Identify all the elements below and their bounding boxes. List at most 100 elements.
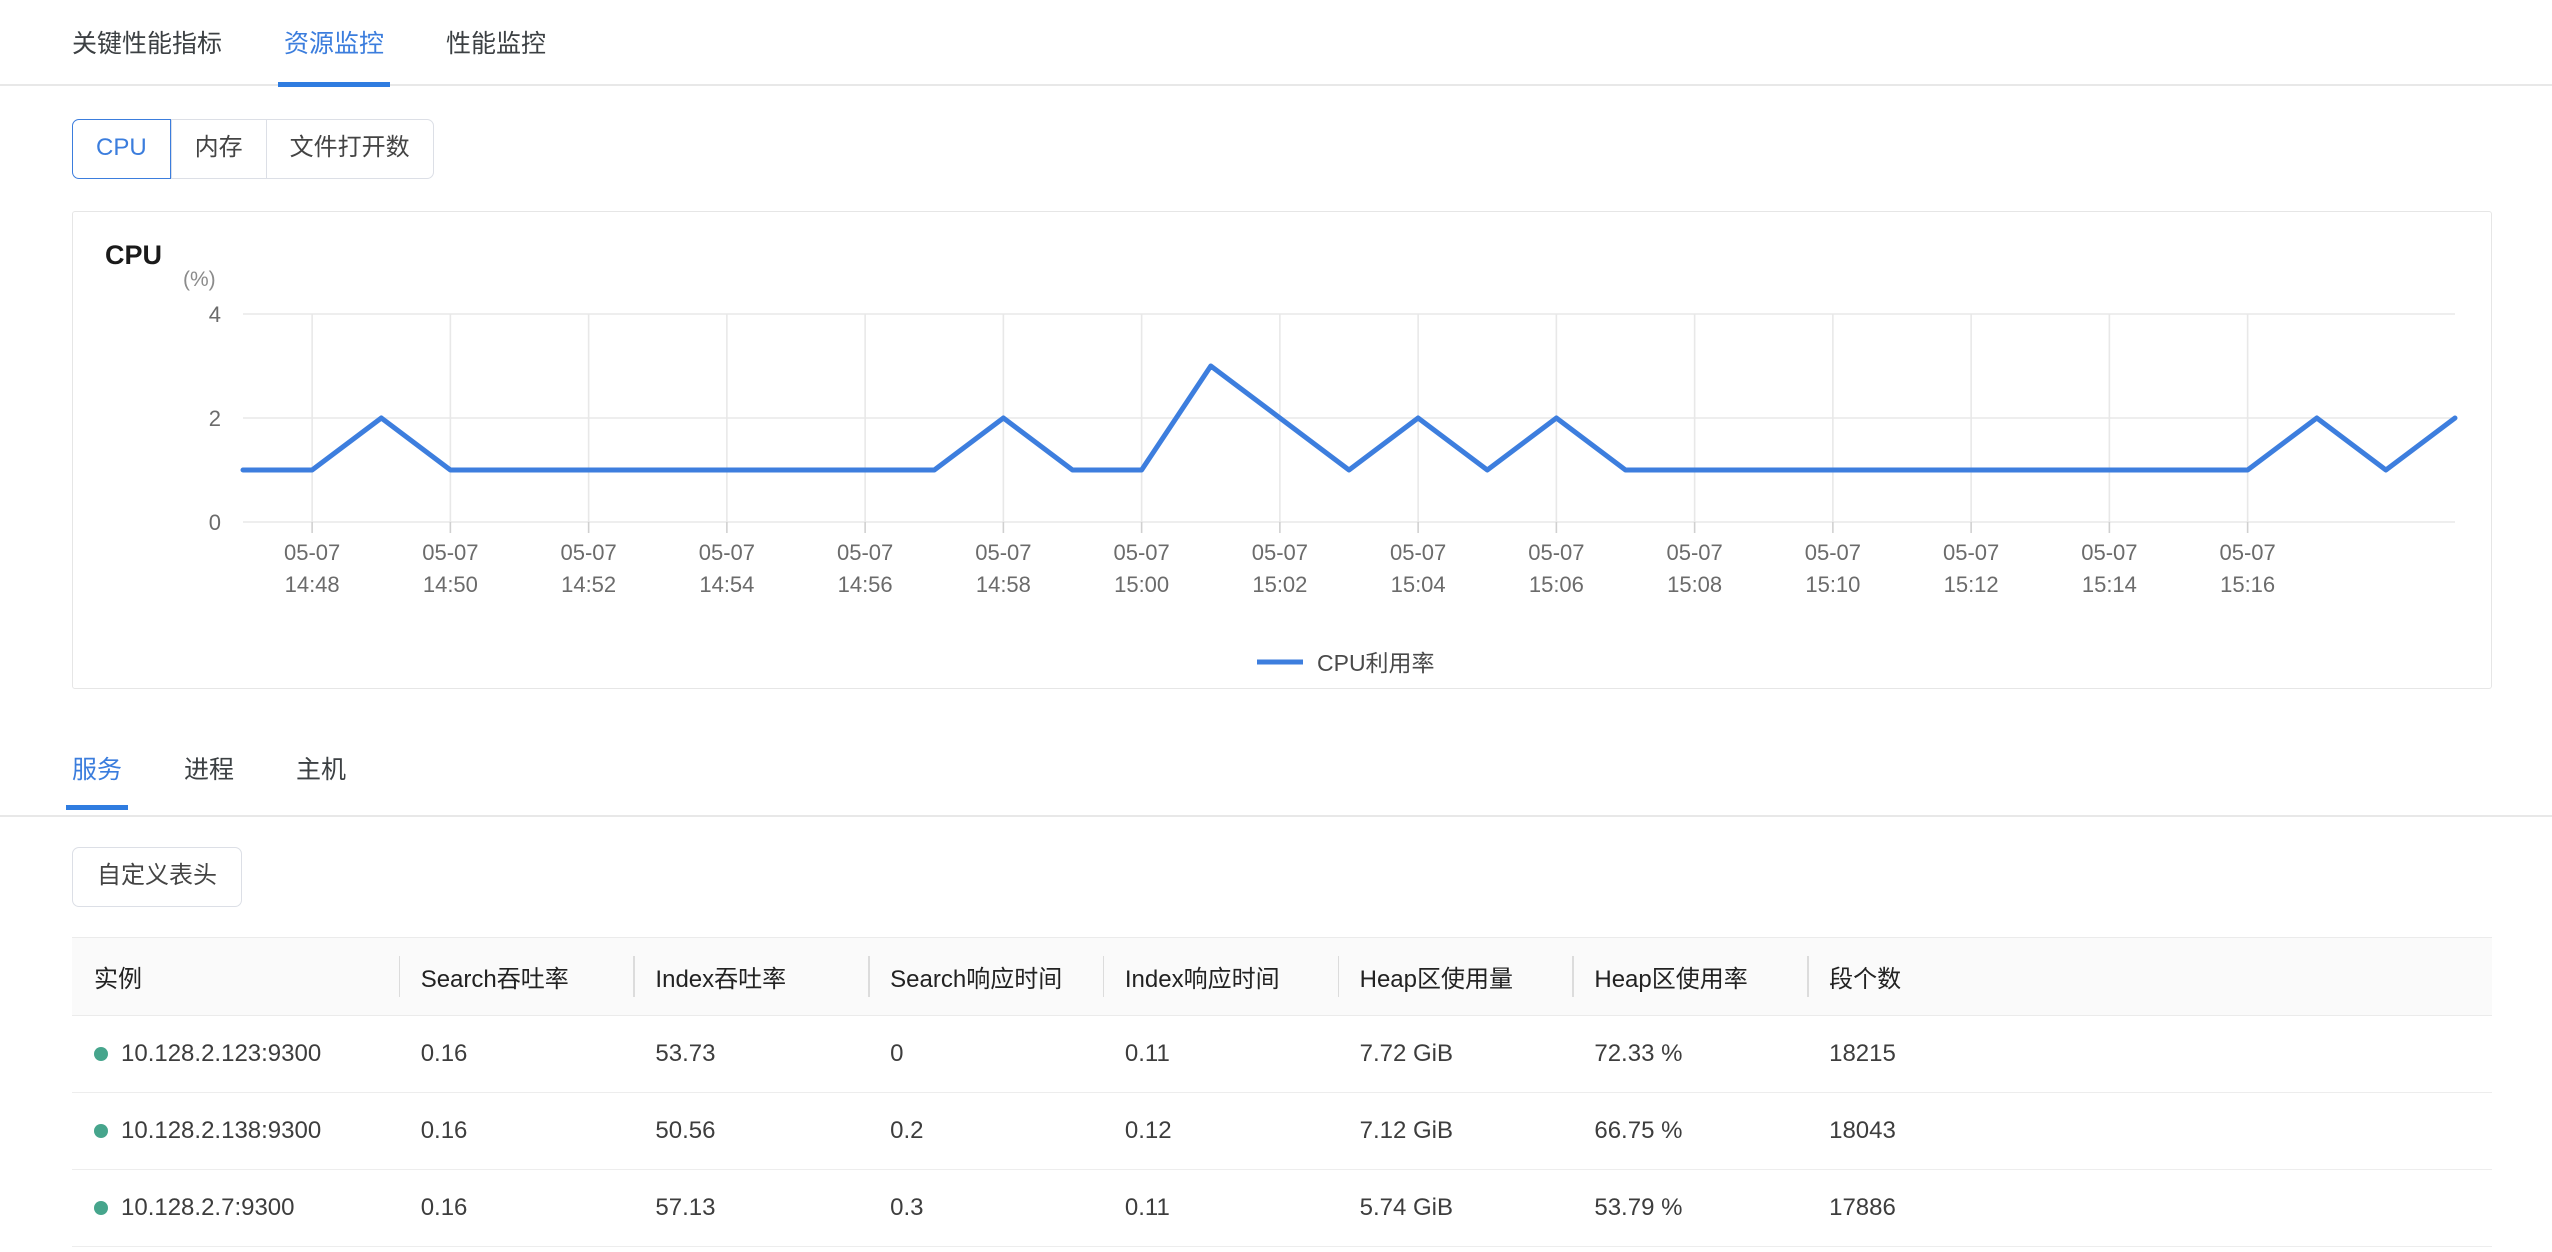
resource-toggle-container: CPU 内存 文件打开数 (0, 86, 2552, 179)
table-cell-index_latency: 0.11 (1102, 1169, 1338, 1247)
resource-toggle-option-2[interactable]: 文件打开数 (265, 119, 434, 179)
table-cell-instance: 10.128.2.123:9300 (72, 1015, 399, 1093)
table-cell-search_throughput: 0.16 (398, 1015, 634, 1093)
status-dot-icon (94, 1124, 108, 1138)
x-tick-label-time: 14:48 (285, 572, 340, 597)
x-tick-label-time: 15:06 (1529, 572, 1584, 597)
table-cell-segments: 17886 (1807, 1169, 2492, 1247)
x-tick-label-date: 05-07 (1943, 540, 1999, 565)
table-cell-heap_used: 1.65 GiB (1337, 1246, 1573, 1252)
table-cell-index_throughput: 57.13 (633, 1169, 869, 1247)
y-tick-label: 2 (209, 406, 221, 431)
table-cell-search_latency: 0.3 (868, 1169, 1103, 1247)
y-tick-label: 4 (209, 302, 221, 327)
cpu-line-chart: (%) 0 2 4 05-07 14:48 05-07 14:50 05-07 14:52 05-0… (183, 268, 2458, 676)
table-column-header-3: Search响应时间 (868, 937, 1103, 1016)
x-tick-label-date: 05-07 (560, 540, 616, 565)
services-table: 实例 Search吞吐率 Index吞吐率 Search响应时间 Index响应时间 He… (72, 937, 2492, 1252)
table-cell-instance: 10.128.2.73:9300 (72, 1246, 399, 1252)
x-tick-label-date: 05-07 (284, 540, 340, 565)
cpu-chart-card: CPU (%) 0 2 4 05-07 14:48 05-07 14:50 05-07 14:52… (72, 211, 2492, 689)
secondary-tab-2[interactable]: 主机 (296, 735, 346, 808)
status-dot-icon (94, 1201, 108, 1215)
x-tick-label-date: 05-07 (1528, 540, 1584, 565)
table-cell-search_throughput: 0 (398, 1246, 634, 1252)
instance-label: 10.128.2.138:9300 (121, 1117, 322, 1144)
x-tick-label-date: 05-07 (975, 540, 1031, 565)
table-cell-heap_percent: 53.79 % (1572, 1169, 1808, 1247)
table-cell-index_throughput: 53.73 (633, 1015, 869, 1093)
primary-tab-0[interactable]: 关键性能指标 (72, 0, 222, 85)
resource-toggle-option-1[interactable]: 内存 (170, 119, 266, 179)
table-cell-index_latency: 0 (1102, 1246, 1338, 1252)
table-cell-heap_percent: 72.33 % (1572, 1015, 1808, 1093)
x-tick-label-date: 05-07 (1113, 540, 1169, 565)
table-cell-heap_percent: 66.75 % (1572, 1092, 1808, 1170)
table-row[interactable]: 10.128.2.123:9300 0.16 53.73 0 0.11 7.72 GiB 7… (72, 1015, 2492, 1093)
custom-header-button[interactable]: 自定义表头 (72, 847, 242, 907)
table-cell-heap_used: 7.72 GiB (1337, 1015, 1573, 1093)
primary-tab-bar: 关键性能指标 资源监控 性能监控 (0, 0, 2552, 87)
table-row[interactable]: 10.128.2.7:9300 0.16 57.13 0.3 0.11 5.74 GiB 5… (72, 1169, 2492, 1247)
instance-label: 10.128.2.123:9300 (121, 1040, 322, 1067)
table-cell-search_latency: 0.2 (868, 1092, 1103, 1170)
x-tick-label-time: 14:52 (561, 572, 616, 597)
legend-label-cpu[interactable]: CPU利用率 (1317, 650, 1435, 676)
table-cell-instance: 10.128.2.138:9300 (72, 1092, 399, 1170)
services-table-container: 实例 Search吞吐率 Index吞吐率 Search响应时间 Index响应时间 He… (72, 937, 2492, 1252)
table-column-header-1: Search吞吐率 (398, 937, 634, 1016)
table-cell-index_throughput: 50.56 (633, 1092, 869, 1170)
table-column-header-7: 段个数 (1807, 937, 2492, 1016)
x-tick-label-date: 05-07 (2081, 540, 2137, 565)
secondary-tab-bar: 服务 进程 主机 (0, 735, 2552, 817)
table-cell-segments: 0 (1807, 1246, 2492, 1252)
table-column-header-5: Heap区使用量 (1337, 937, 1573, 1016)
instance-label: 10.128.2.7:9300 (121, 1194, 295, 1221)
x-tick-label-date: 05-07 (1666, 540, 1722, 565)
table-cell-heap_used: 7.12 GiB (1337, 1092, 1573, 1170)
table-row[interactable]: 10.128.2.138:9300 0.16 50.56 0.2 0.12 7.12 Gi… (72, 1092, 2492, 1170)
secondary-tab-0[interactable]: 服务 (65, 735, 129, 810)
table-cell-heap_used: 5.74 GiB (1337, 1169, 1573, 1247)
primary-tab-2[interactable]: 性能监控 (446, 0, 546, 85)
x-tick-label-time: 15:14 (2082, 572, 2137, 597)
x-tick-label-date: 05-07 (837, 540, 893, 565)
primary-tab-1[interactable]: 资源监控 (278, 0, 391, 87)
table-cell-index_throughput: 0 (633, 1246, 869, 1252)
resource-toggle-option-0[interactable]: CPU (72, 119, 171, 179)
x-tick-label-date: 05-07 (1252, 540, 1308, 565)
x-tick-label-time: 15:12 (1944, 572, 1999, 597)
x-tick-label-time: 14:50 (423, 572, 478, 597)
table-cell-search_latency: 0 (868, 1246, 1103, 1252)
table-toolbar: 自定义表头 (0, 817, 2552, 907)
x-tick-label-date: 05-07 (699, 540, 755, 565)
x-tick-label-time: 15:04 (1391, 572, 1446, 597)
resource-toggle-group: CPU 内存 文件打开数 (72, 119, 434, 179)
x-tick-label-time: 15:16 (2220, 572, 2275, 597)
table-column-header-6: Heap区使用率 (1572, 937, 1808, 1016)
table-column-header-0: 实例 (72, 937, 399, 1016)
status-dot-icon (94, 1047, 108, 1061)
x-tick-label-date: 05-07 (422, 540, 478, 565)
x-tick-label-date: 05-07 (2219, 540, 2275, 565)
table-row[interactable]: 10.128.2.73:930000001.65 GiB15.51 %0 (72, 1246, 2492, 1252)
x-tick-label-time: 14:56 (838, 572, 893, 597)
table-column-header-4: Index响应时间 (1102, 937, 1338, 1016)
table-cell-heap_percent: 15.51 % (1572, 1246, 1808, 1252)
table-cell-segments: 18043 (1807, 1092, 2492, 1170)
table-cell-search_latency: 0 (868, 1015, 1103, 1093)
table-column-header-2: Index吞吐率 (633, 937, 869, 1016)
x-tick-label-date: 05-07 (1805, 540, 1861, 565)
table-header-row: 实例 Search吞吐率 Index吞吐率 Search响应时间 Index响应时间 He… (72, 937, 2492, 1016)
x-tick-label-time: 15:10 (1805, 572, 1860, 597)
x-tick-label-time: 15:00 (1114, 572, 1169, 597)
table-cell-instance: 10.128.2.7:9300 (72, 1169, 399, 1247)
table-cell-index_latency: 0.12 (1102, 1092, 1338, 1170)
y-axis-unit-label: (%) (183, 268, 216, 291)
x-tick-label-date: 05-07 (1390, 540, 1446, 565)
x-tick-label-time: 15:08 (1667, 572, 1722, 597)
x-tick-label-time: 14:54 (699, 572, 754, 597)
x-tick-label-time: 14:58 (976, 572, 1031, 597)
table-cell-index_latency: 0.11 (1102, 1015, 1338, 1093)
secondary-tab-1[interactable]: 进程 (184, 735, 234, 808)
